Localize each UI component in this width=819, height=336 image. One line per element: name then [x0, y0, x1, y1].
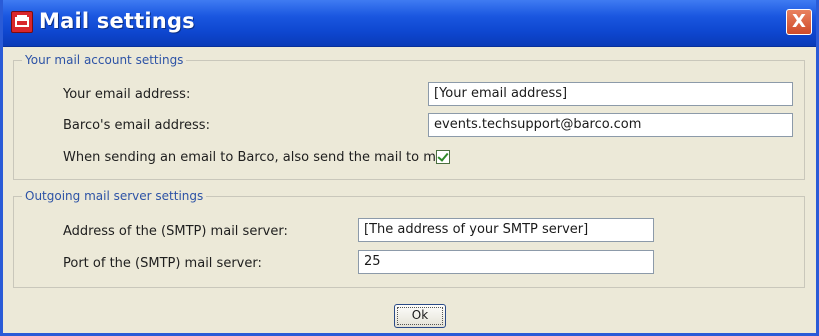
smtp-address-label: Address of the (SMTP) mail server:	[63, 224, 288, 239]
mail-account-legend: Your mail account settings	[22, 52, 187, 68]
window-title: Mail settings	[39, 9, 195, 33]
copy-to-me-checkbox[interactable]	[436, 150, 450, 164]
smtp-port-field[interactable]: 25	[358, 250, 654, 274]
barco-email-label: Barco's email address:	[63, 118, 210, 133]
copy-to-me-label: When sending an email to Barco, also sen…	[63, 150, 449, 165]
outgoing-server-group: Outgoing mail server settings	[13, 188, 805, 288]
mail-icon	[11, 11, 33, 33]
mail-settings-dialog: Mail settings X Your mail account settin…	[0, 0, 819, 336]
outgoing-server-legend: Outgoing mail server settings	[22, 188, 207, 204]
email-address-field[interactable]: [Your email address]	[428, 82, 793, 106]
barco-email-field[interactable]: events.techsupport@barco.com	[428, 113, 793, 137]
title-bar[interactable]: Mail settings X	[3, 0, 816, 47]
smtp-port-label: Port of the (SMTP) mail server:	[63, 256, 262, 271]
smtp-address-field[interactable]: [The address of your SMTP server]	[358, 218, 654, 242]
ok-button[interactable]: Ok	[394, 304, 446, 328]
email-address-label: Your email address:	[63, 87, 191, 102]
close-button[interactable]: X	[786, 9, 812, 35]
